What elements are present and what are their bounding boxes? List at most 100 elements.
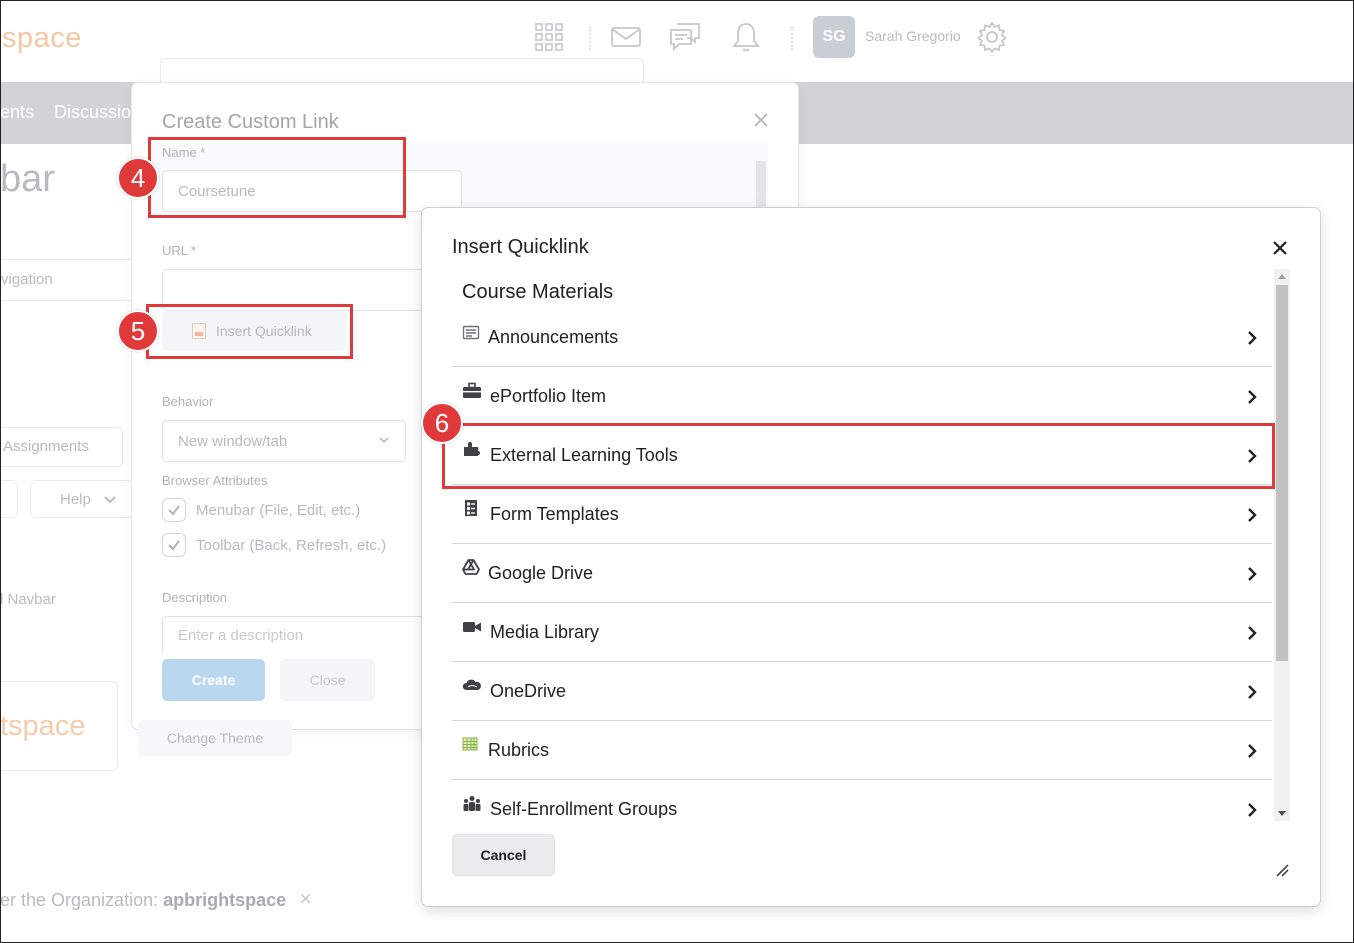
cancel-button[interactable]: Cancel [452, 834, 555, 876]
menubar-checkbox-label: Menubar (File, Edit, etc.) [196, 501, 361, 519]
change-theme-button[interactable]: Change Theme [138, 720, 292, 756]
organization-prefix: er the Organization: [0, 890, 164, 910]
checkbox-checked[interactable] [162, 498, 186, 522]
announcements-item[interactable]: Announcements [452, 308, 1272, 367]
scroll-down-arrow-icon[interactable] [1278, 811, 1286, 816]
divider [589, 26, 591, 50]
chevron-right-icon [1246, 389, 1258, 405]
item-label: Announcements [488, 327, 619, 347]
media-library-item[interactable]: Media Library [452, 603, 1272, 662]
assignments-label: Assignments [3, 438, 89, 455]
cloud-icon [462, 678, 481, 696]
behavior-value: New window/tab [178, 432, 288, 450]
item-label: ePortfolio Item [490, 386, 607, 406]
rubric-grid-icon [462, 737, 480, 755]
briefcase-icon [462, 382, 481, 400]
groups-icon [462, 795, 481, 813]
dialog-title: Create Custom Link [162, 111, 339, 133]
divider [791, 26, 793, 50]
help-label: Help [60, 491, 91, 508]
resize-handle-icon[interactable] [1274, 862, 1290, 878]
url-label: URL * [162, 243, 197, 258]
callout-badge-4: 4 [117, 157, 159, 199]
callout-badge-6: 6 [421, 402, 463, 444]
background-button[interactable] [0, 480, 18, 518]
menubar-checkbox-row[interactable]: Menubar (File, Edit, etc.) [162, 498, 360, 522]
section-heading: Course Materials [462, 281, 614, 303]
bell-icon[interactable] [729, 20, 763, 54]
name-field[interactable]: Coursetune [162, 170, 462, 212]
eportfolio-item[interactable]: ePortfolio Item [452, 367, 1272, 426]
item-label: Self-Enrollment Groups [490, 799, 678, 818]
quicklink-list: Announcements ePortfolio Item External L… [452, 308, 1272, 818]
navigation-field[interactable]: vigation [0, 259, 136, 301]
organization-line: er the Organization: apbrightspace × [0, 886, 312, 912]
scrollbar-thumb[interactable] [1276, 285, 1288, 661]
form-templates-item[interactable]: Form Templates [452, 485, 1272, 544]
chevron-right-icon [1246, 625, 1258, 641]
close-icon[interactable] [752, 111, 770, 129]
item-label: Form Templates [490, 504, 619, 524]
url-field[interactable] [162, 269, 442, 311]
description-label: Description [162, 590, 228, 605]
mail-icon[interactable] [609, 20, 643, 54]
close-icon[interactable] [1271, 239, 1289, 257]
chevron-right-icon [1246, 684, 1258, 700]
toolbar-checkbox-row[interactable]: Toolbar (Back, Refresh, etc.) [162, 533, 386, 557]
name-label: Name * [162, 145, 206, 160]
scroll-up-arrow-icon[interactable] [1278, 274, 1286, 279]
close-button[interactable]: Close [280, 659, 375, 701]
chevron-right-icon [1246, 566, 1258, 582]
description-field[interactable]: Enter a description [162, 616, 442, 654]
insert-quicklink-label: Insert Quicklink [216, 323, 312, 339]
nav-item-discussions[interactable]: Discussio [54, 102, 131, 123]
nav-item-assignments[interactable]: ents [0, 102, 34, 123]
organization-name: apbrightspace [163, 890, 287, 910]
self-enrollment-groups-item[interactable]: Self-Enrollment Groups [452, 780, 1272, 818]
callout-badge-5: 5 [117, 310, 159, 352]
dialog-title: Insert Quicklink [452, 236, 589, 258]
video-camera-icon [462, 620, 481, 638]
brand-logo-large: tspace [0, 710, 86, 742]
item-label: Google Drive [488, 563, 594, 583]
dialog-scrollbar[interactable] [754, 147, 766, 209]
chevron-right-icon [1246, 330, 1258, 346]
name-value: Coursetune [178, 182, 256, 200]
background-panel [160, 58, 644, 84]
google-drive-icon [462, 558, 480, 576]
item-label: Media Library [490, 622, 600, 642]
chat-icon[interactable] [668, 20, 702, 54]
help-dropdown[interactable]: Help [30, 480, 134, 518]
assignments-button[interactable]: Assignments [0, 427, 123, 467]
apps-grid-icon[interactable] [532, 20, 566, 54]
chevron-down-icon [378, 433, 390, 450]
close-icon[interactable]: × [299, 886, 312, 911]
create-button[interactable]: Create [162, 659, 265, 701]
page-title: bar [0, 158, 55, 200]
behavior-select[interactable]: New window/tab [162, 420, 406, 462]
avatar[interactable]: SG [813, 16, 855, 58]
navigation-field-text: vigation [1, 271, 53, 288]
item-label: Rubrics [488, 740, 550, 760]
insert-quicklink-button[interactable]: Insert Quicklink [162, 311, 346, 351]
description-placeholder: Enter a description [178, 627, 304, 644]
announcements-icon [462, 324, 480, 342]
item-label: OneDrive [490, 681, 567, 701]
brand-logo[interactable]: space [2, 22, 82, 55]
puzzle-piece-icon [462, 441, 480, 459]
quicklink-icon [192, 323, 206, 339]
chevron-right-icon [1246, 507, 1258, 523]
item-label: External Learning Tools [490, 445, 678, 465]
chevron-right-icon [1246, 743, 1258, 759]
gear-icon[interactable] [975, 20, 1009, 54]
chevron-right-icon [1246, 802, 1258, 818]
toolbar-checkbox-label: Toolbar (Back, Refresh, etc.) [196, 536, 387, 554]
external-learning-tools-item[interactable]: External Learning Tools [452, 426, 1272, 485]
list-scrollbar[interactable] [1274, 269, 1290, 821]
form-template-icon [462, 499, 480, 517]
google-drive-item[interactable]: Google Drive [452, 544, 1272, 603]
checkbox-checked[interactable] [162, 533, 186, 557]
onedrive-item[interactable]: OneDrive [452, 662, 1272, 721]
user-name[interactable]: Sarah Gregorio [865, 28, 961, 44]
rubrics-item[interactable]: Rubrics [452, 721, 1272, 780]
